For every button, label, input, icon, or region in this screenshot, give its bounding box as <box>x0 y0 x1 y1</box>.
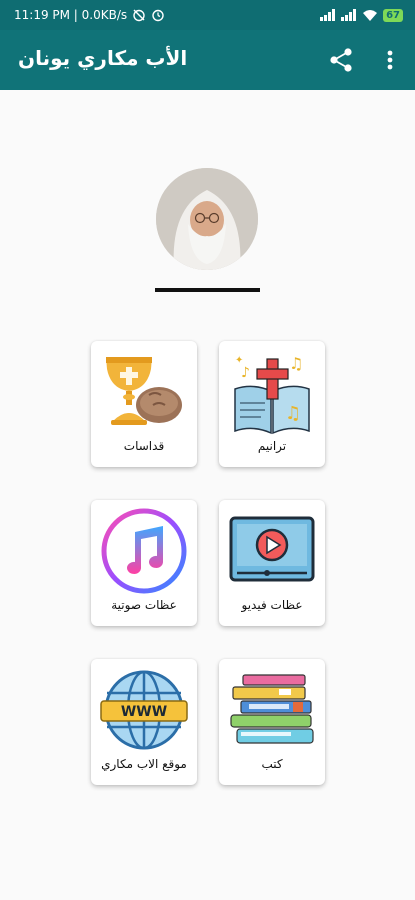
status-right: 67 <box>320 8 403 22</box>
card-label-books: كتب <box>261 757 283 771</box>
signal-icon-2 <box>341 9 357 21</box>
chalice-bread-icon <box>99 347 189 437</box>
card-video-sermons[interactable]: عظات فيديو <box>219 500 325 626</box>
card-hymns[interactable]: ♫ ♪ ♫ ✦ ترانيم <box>219 341 325 467</box>
app-bar: الأب مكاري يونان <box>0 30 415 90</box>
svg-text:♪: ♪ <box>241 365 250 381</box>
share-icon <box>330 48 352 72</box>
books-stack-icon <box>227 665 317 755</box>
music-note-icon <box>99 506 189 596</box>
card-label-hymns: ترانيم <box>257 439 287 453</box>
card-label-website: موقع الاب مكاري <box>101 757 187 771</box>
svg-text:♫: ♫ <box>285 403 301 424</box>
alarm-icon <box>152 9 164 22</box>
app-title: الأب مكاري يونان <box>18 46 188 70</box>
avatar-underline <box>155 288 260 292</box>
card-website[interactable]: WWW موقع الاب مكاري <box>91 659 197 785</box>
card-books[interactable]: كتب <box>219 659 325 785</box>
priest-avatar <box>156 168 258 270</box>
more-options-button[interactable] <box>380 46 400 74</box>
card-label-video-sermons: عظات فيديو <box>241 598 303 612</box>
alarm-off-icon <box>133 9 145 22</box>
card-masses[interactable]: قداسات <box>91 341 197 467</box>
share-button[interactable] <box>327 46 355 74</box>
priest-portrait-icon <box>156 168 258 270</box>
card-label-audio-sermons: عظات صوتية <box>111 598 177 612</box>
battery-badge: 67 <box>383 8 403 22</box>
status-left: 11:19 PM | 0.0KB/s <box>14 8 165 22</box>
card-label-masses: قداسات <box>123 439 165 453</box>
www-globe-icon: WWW <box>99 665 189 755</box>
svg-text:✦: ✦ <box>235 355 243 366</box>
more-vert-icon <box>387 50 393 70</box>
hymn-book-icon: ♫ ♪ ♫ ✦ <box>227 347 317 437</box>
wifi-icon <box>363 9 378 21</box>
svg-text:♫: ♫ <box>289 354 303 373</box>
svg-text:WWW: WWW <box>121 704 167 720</box>
status-time: 11:19 PM | 0.0KB/s <box>14 8 128 22</box>
signal-icon <box>320 9 336 21</box>
status-bar: 11:19 PM | 0.0KB/s 67 <box>0 0 415 30</box>
video-player-icon <box>227 506 317 596</box>
card-audio-sermons[interactable]: عظات صوتية <box>91 500 197 626</box>
